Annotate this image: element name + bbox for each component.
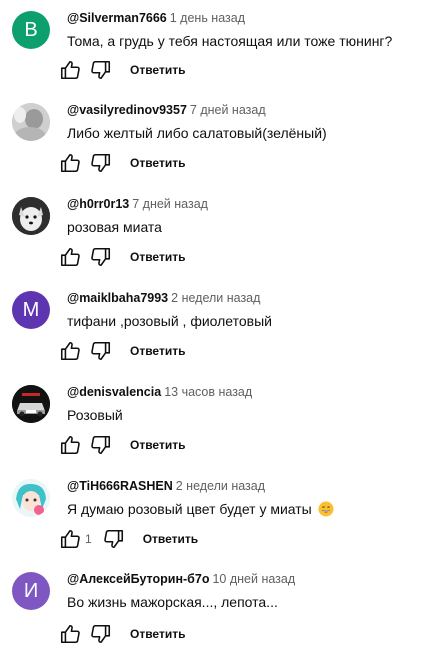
like-icon[interactable] [56, 56, 84, 84]
reply-button[interactable]: Ответить [130, 156, 185, 170]
comment-author[interactable]: @denisvalencia [67, 385, 161, 399]
comment-time[interactable]: 1 день назад [170, 11, 245, 25]
like-icon[interactable] [56, 243, 84, 271]
comment-time[interactable]: 7 дней назад [190, 103, 266, 117]
comment-text: Тома, а грудь у тебя настоящая или тоже … [67, 33, 393, 49]
comment-text: Либо желтый либо салатовый(зелёный) [67, 125, 327, 141]
photo-avatar-icon[interactable] [12, 103, 50, 141]
dislike-icon[interactable] [87, 149, 115, 177]
comment-text: розовая миата [67, 219, 162, 235]
comment-text-content: Я думаю розовый цвет будет у миаты [67, 501, 312, 517]
avatar-letter: B [24, 18, 38, 41]
anime-avatar-icon[interactable] [12, 479, 50, 517]
avatar[interactable]: M [12, 291, 50, 329]
comment-text: Я думаю розовый цвет будет у миаты [67, 500, 427, 522]
comment-author[interactable]: @TiH666RASHEN [67, 479, 173, 493]
car-avatar-icon[interactable] [12, 385, 50, 423]
comment-author[interactable]: @vasilyredinov9357 [67, 103, 187, 117]
reply-button[interactable]: Ответить [143, 532, 198, 546]
avatar[interactable]: И [12, 572, 50, 610]
comment-text: тифани ,розовый , фиолетовый [67, 313, 272, 329]
like-icon[interactable] [56, 525, 84, 553]
comment-author[interactable]: @h0rr0r13 [67, 197, 129, 211]
dislike-icon[interactable] [87, 337, 115, 365]
reply-button[interactable]: Ответить [130, 250, 185, 264]
like-icon[interactable] [56, 149, 84, 177]
comment-time[interactable]: 2 недели назад [171, 291, 260, 305]
like-count: 1 [85, 532, 92, 546]
comment-author[interactable]: @Silverman7666 [67, 11, 167, 25]
smile-emoji-icon [318, 501, 334, 522]
avatar-letter: M [22, 298, 40, 321]
comment-author[interactable]: @АлексейБуторин-б7о [67, 572, 209, 586]
reply-button[interactable]: Ответить [130, 63, 185, 77]
dislike-icon[interactable] [100, 525, 128, 553]
dislike-icon[interactable] [87, 431, 115, 459]
like-icon[interactable] [56, 337, 84, 365]
comment-time[interactable]: 10 дней назад [212, 572, 295, 586]
comment-text: Во жизнь мажорская..., лепота... [67, 594, 278, 610]
like-icon[interactable] [56, 620, 84, 648]
comment-time[interactable]: 13 часов назад [164, 385, 252, 399]
reply-button[interactable]: Ответить [130, 438, 185, 452]
dog-avatar-icon[interactable] [12, 197, 50, 235]
comment-text: Розовый [67, 407, 123, 423]
dislike-icon[interactable] [87, 243, 115, 271]
avatar[interactable]: B [12, 11, 50, 49]
comment-author[interactable]: @maiklbaha7993 [67, 291, 168, 305]
avatar-letter: И [23, 579, 39, 602]
reply-button[interactable]: Ответить [130, 344, 185, 358]
comment-time[interactable]: 2 недели назад [176, 479, 265, 493]
comment-time[interactable]: 7 дней назад [132, 197, 208, 211]
like-icon[interactable] [56, 431, 84, 459]
dislike-icon[interactable] [87, 620, 115, 648]
reply-button[interactable]: Ответить [130, 627, 185, 641]
dislike-icon[interactable] [87, 56, 115, 84]
